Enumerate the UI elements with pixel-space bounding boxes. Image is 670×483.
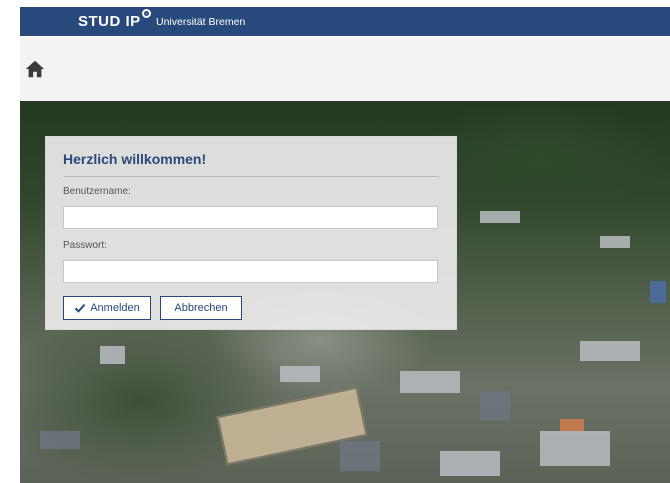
building-block — [650, 281, 666, 303]
password-label: Passwort: — [63, 240, 107, 251]
building-block — [440, 451, 500, 476]
cancel-button[interactable]: Abbrechen — [160, 296, 242, 320]
check-icon — [75, 303, 86, 313]
login-button[interactable]: Anmelden — [63, 296, 151, 320]
home-icon[interactable] — [24, 58, 46, 80]
building-block — [100, 346, 125, 364]
login-box: Herzlich willkommen! Benutzername: Passw… — [45, 136, 457, 330]
navigation-bar — [20, 37, 670, 101]
title-divider — [63, 176, 439, 177]
building-block — [480, 391, 510, 421]
building-block — [40, 431, 80, 449]
username-input[interactable] — [63, 206, 438, 229]
logo-text: STUD IP — [78, 13, 141, 30]
password-input[interactable] — [63, 260, 438, 283]
logo-ring-icon — [141, 9, 151, 18]
top-header-bar: STUD IP Universität Bremen — [20, 7, 670, 36]
building-block — [480, 211, 520, 223]
building-block — [540, 431, 610, 466]
building-block — [580, 341, 640, 361]
username-label: Benutzername: — [63, 186, 131, 197]
building-block — [340, 441, 380, 471]
building-block — [280, 366, 320, 382]
studip-logo[interactable]: STUD IP — [78, 9, 151, 30]
building-block — [600, 236, 630, 248]
building-block — [400, 371, 460, 393]
university-name: Universität Bremen — [156, 16, 246, 28]
building-block — [560, 419, 584, 431]
cancel-button-label: Abbrechen — [174, 302, 228, 314]
login-button-label: Anmelden — [90, 302, 140, 314]
welcome-title: Herzlich willkommen! — [63, 151, 207, 167]
